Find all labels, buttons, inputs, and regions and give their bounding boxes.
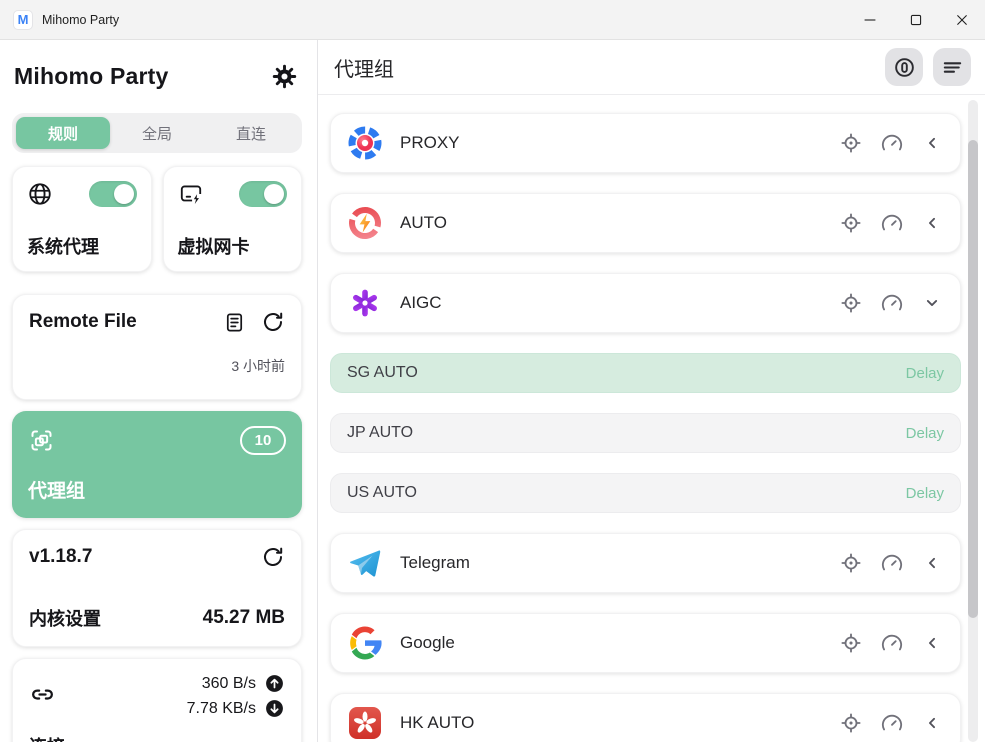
chevron-down-icon[interactable] (922, 293, 942, 313)
group-row-auto[interactable]: AUTO (330, 193, 961, 253)
locate-icon[interactable] (840, 632, 862, 654)
tun-toggle[interactable] (239, 181, 287, 207)
group-name: PROXY (400, 133, 840, 153)
sidebar: Mihomo Party (0, 40, 318, 742)
node-delay[interactable]: Delay (906, 365, 944, 382)
titlebar-app-name: Mihomo Party (42, 13, 119, 27)
node-name: SG AUTO (347, 364, 418, 382)
chevron-left-icon[interactable] (922, 633, 942, 653)
proxy-node-sg-auto[interactable]: SG AUTO Delay (330, 353, 961, 393)
main-content: 代理组 (318, 40, 985, 742)
list-layout-button[interactable] (933, 48, 971, 86)
speedtest-icon[interactable] (881, 552, 903, 574)
outbound-mode-tabs: 规则 全局 直连 (12, 113, 302, 153)
profile-name: Remote File (29, 311, 137, 333)
group-row-proxy[interactable]: PROXY (330, 113, 961, 173)
globe-icon (27, 181, 53, 207)
core-refresh-icon[interactable] (261, 545, 285, 569)
chevron-left-icon[interactable] (922, 133, 942, 153)
node-name: US AUTO (347, 484, 417, 502)
group-row-hk-auto[interactable]: HK AUTO (330, 693, 961, 742)
locate-icon[interactable] (840, 712, 862, 734)
link-icon (29, 681, 56, 719)
app-logo-icon: M (13, 10, 33, 30)
titlebar: M Mihomo Party (0, 0, 985, 40)
proxy-groups-nav-label: 代理组 (28, 476, 286, 503)
connections-card[interactable]: 360 B/s 7.78 KB/s (12, 658, 302, 742)
speedtest-icon[interactable] (881, 132, 903, 154)
upload-speed: 360 B/s (202, 675, 256, 693)
scrollbar[interactable] (968, 100, 978, 742)
node-delay[interactable]: Delay (906, 425, 944, 442)
core-memory-value: 45.27 MB (203, 607, 285, 629)
proxy-group-icon (28, 427, 55, 454)
locate-icon[interactable] (840, 212, 862, 234)
download-arrow-icon (264, 698, 285, 719)
group-name: AUTO (400, 213, 840, 233)
speedtest-icon[interactable] (881, 212, 903, 234)
profile-card[interactable]: Remote File 3 (12, 294, 302, 400)
tun-icon (178, 181, 204, 207)
delay-display-button[interactable] (885, 48, 923, 86)
group-count-badge: 10 (240, 426, 286, 455)
core-version: v1.18.7 (29, 546, 92, 568)
lightning-ring-icon (347, 205, 383, 241)
tab-direct-mode[interactable]: 直连 (204, 117, 298, 149)
tab-rule-mode[interactable]: 规则 (16, 117, 110, 149)
locate-icon[interactable] (840, 552, 862, 574)
profile-refresh-icon[interactable] (261, 310, 285, 334)
chevron-left-icon[interactable] (922, 553, 942, 573)
locate-icon[interactable] (840, 292, 862, 314)
maximize-button[interactable] (893, 0, 939, 40)
group-row-aigc[interactable]: AIGC (330, 273, 961, 333)
settings-gear-icon[interactable] (271, 63, 298, 90)
speedtest-icon[interactable] (881, 712, 903, 734)
node-delay[interactable]: Delay (906, 485, 944, 502)
group-name: Telegram (400, 553, 840, 573)
tun-label: 虚拟网卡 (178, 233, 288, 259)
telegram-icon (347, 545, 383, 581)
profile-updated-time: 3 小时前 (29, 356, 285, 376)
system-proxy-label: 系统代理 (27, 233, 137, 259)
google-icon (347, 625, 383, 661)
close-button[interactable] (939, 0, 985, 40)
chevron-left-icon[interactable] (922, 713, 942, 733)
proxy-node-jp-auto[interactable]: JP AUTO Delay (330, 413, 961, 453)
download-speed: 7.78 KB/s (187, 700, 256, 718)
hongkong-icon (347, 705, 383, 741)
connections-label: 连接 (29, 733, 285, 742)
scrollbar-thumb[interactable] (968, 140, 978, 618)
locate-icon[interactable] (840, 132, 862, 154)
group-name: Google (400, 633, 840, 653)
proxy-wheel-icon (347, 125, 383, 161)
proxy-group-list: PROXY (318, 95, 985, 742)
system-proxy-card[interactable]: 系统代理 (12, 166, 152, 272)
group-name: HK AUTO (400, 713, 840, 733)
speedtest-icon[interactable] (881, 632, 903, 654)
tun-card[interactable]: 虚拟网卡 (163, 166, 303, 272)
tab-global-mode[interactable]: 全局 (110, 117, 204, 149)
speedtest-icon[interactable] (881, 292, 903, 314)
proxy-node-us-auto[interactable]: US AUTO Delay (330, 473, 961, 513)
page-title: 代理组 (334, 53, 394, 82)
profile-document-icon[interactable] (223, 311, 246, 334)
node-name: JP AUTO (347, 424, 413, 442)
upload-arrow-icon (264, 673, 285, 694)
sidebar-title: Mihomo Party (14, 63, 168, 90)
group-name: AIGC (400, 293, 840, 313)
chevron-left-icon[interactable] (922, 213, 942, 233)
openai-icon (347, 285, 383, 321)
group-row-telegram[interactable]: Telegram (330, 533, 961, 593)
proxy-groups-nav-card[interactable]: 10 代理组 (12, 411, 302, 518)
minimize-button[interactable] (847, 0, 893, 40)
core-settings-label: 内核设置 (29, 605, 101, 631)
core-card[interactable]: v1.18.7 内核设置 45.27 MB (12, 529, 302, 647)
system-proxy-toggle[interactable] (89, 181, 137, 207)
group-row-google[interactable]: Google (330, 613, 961, 673)
